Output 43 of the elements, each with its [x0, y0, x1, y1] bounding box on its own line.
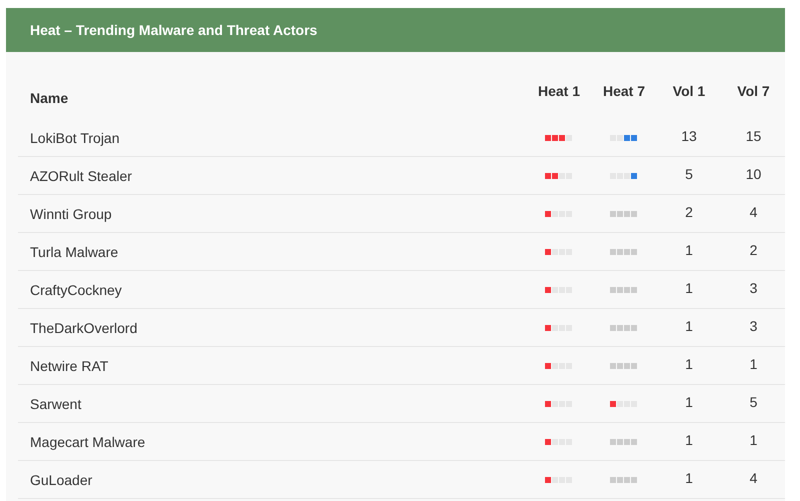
volume-count: 1	[685, 356, 693, 372]
heat-meter	[610, 362, 638, 368]
panel-title: Heat – Trending Malware and Threat Actors	[30, 22, 318, 38]
heat-meter	[610, 476, 638, 482]
volume-count: 4	[750, 470, 758, 486]
volume-count: 3	[750, 318, 758, 334]
volume-count: 5	[750, 394, 758, 410]
heat-meter	[610, 438, 638, 444]
volume-count: 1	[685, 242, 693, 258]
heat-meter	[610, 286, 638, 292]
threat-name: Winnti Group	[29, 206, 113, 222]
threat-name: GuLoader	[29, 472, 94, 488]
threat-name: Sarwent	[29, 396, 82, 412]
volume-count: 1	[685, 280, 693, 296]
threat-name: Magecart Malware	[29, 434, 146, 450]
volume-count: 15	[746, 128, 762, 144]
column-header: Vol 1	[672, 83, 706, 99]
volume-count: 1	[685, 394, 693, 410]
volume-count: 1	[750, 356, 758, 372]
volume-count: 2	[750, 242, 758, 258]
volume-count: 10	[746, 166, 762, 182]
volume-count: 1	[685, 432, 693, 448]
volume-count: 5	[685, 166, 693, 182]
volume-count: 2	[685, 204, 693, 220]
heat-meter	[610, 210, 638, 216]
threat-name: Netwire RAT	[29, 358, 110, 374]
threat-name: CraftyCockney	[29, 282, 123, 298]
threat-name: AZORult Stealer	[29, 168, 133, 184]
volume-count: 3	[750, 280, 758, 296]
column-header: Heat 1	[538, 83, 580, 99]
volume-count: 13	[681, 128, 697, 144]
column-header: Vol 7	[737, 83, 770, 99]
volume-count: 1	[685, 470, 693, 486]
heat-meter	[610, 248, 638, 254]
threat-name: LokiBot Trojan	[29, 130, 120, 146]
threat-name: TheDarkOverlord	[29, 320, 138, 336]
threat-name: Turla Malware	[29, 244, 120, 260]
volume-count: 1	[750, 432, 758, 448]
column-header: Name	[29, 89, 70, 106]
heat-meter	[610, 324, 638, 330]
volume-count: 1	[685, 318, 693, 334]
volume-count: 4	[750, 204, 758, 220]
column-header: Heat 7	[602, 83, 646, 99]
